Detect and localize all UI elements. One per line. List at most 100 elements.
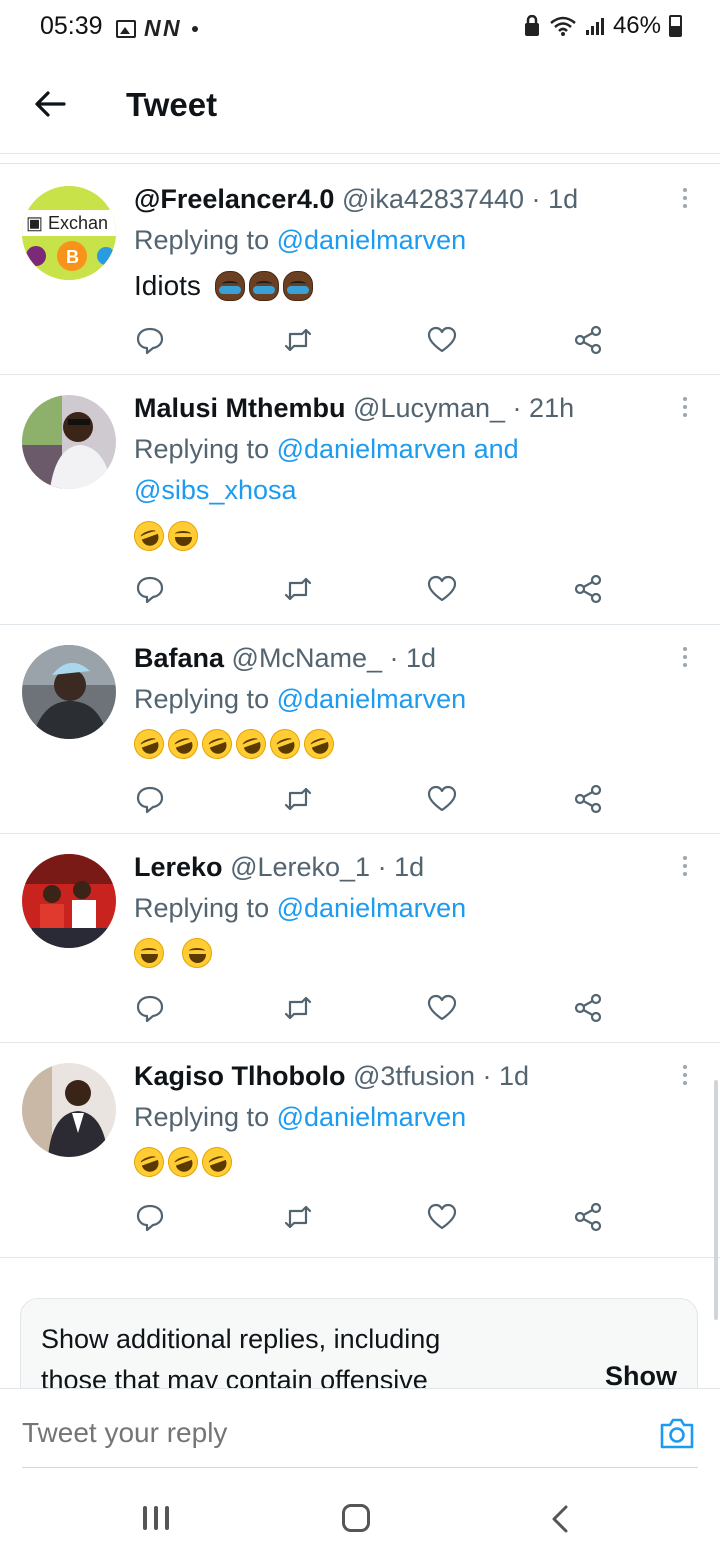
mention-link[interactable]: @danielmarven <box>277 684 467 714</box>
page-title: Tweet <box>126 86 218 123</box>
avatar-image <box>22 854 116 948</box>
nav-back-icon[interactable] <box>548 1504 572 1534</box>
more-options-icon[interactable] <box>682 1065 688 1087</box>
replying-to-label: Replying to <box>134 1102 270 1132</box>
reply-content: Idiots <box>134 270 313 302</box>
retweet-icon[interactable] <box>282 992 314 1024</box>
reply-composer-bar <box>0 1388 720 1471</box>
timestamp: 1d <box>406 643 437 673</box>
tears-of-joy-emoji-icon <box>134 938 164 968</box>
mention-link[interactable]: @danielmarven <box>277 225 467 255</box>
like-heart-icon[interactable] <box>426 783 458 815</box>
rolling-on-floor-laughing-emoji-icon <box>163 724 203 764</box>
share-icon[interactable] <box>572 324 604 356</box>
author-name[interactable]: Malusi Mthembu <box>134 393 346 423</box>
replying-to-label: Replying to <box>134 225 270 255</box>
more-options-icon[interactable] <box>682 647 688 669</box>
tears-of-joy-emoji-icon <box>182 938 212 968</box>
mention-link[interactable]: @sibs_xhosa <box>134 475 297 505</box>
reply-author-line: Lereko @Lereko_1 · 1d <box>134 852 424 883</box>
more-options-icon[interactable] <box>682 856 688 878</box>
timestamp: 1d <box>499 1061 530 1091</box>
battery-percent: 46% <box>612 12 661 39</box>
show-text-line-1: Show additional replies, including <box>41 1324 441 1354</box>
rolling-on-floor-laughing-emoji-icon <box>265 724 305 764</box>
reply-icon[interactable] <box>134 783 166 815</box>
rolling-on-floor-laughing-emoji-icon <box>197 1142 237 1182</box>
reply-content <box>129 516 198 556</box>
status-bar: 05:39 N N 46% <box>0 0 720 58</box>
rolling-on-floor-laughing-emoji-icon <box>163 1142 203 1182</box>
gallery-icon <box>116 19 136 38</box>
author-name[interactable]: Bafana <box>134 643 224 673</box>
rolling-on-floor-laughing-emoji-icon <box>129 724 169 764</box>
back-arrow-icon[interactable] <box>30 84 70 124</box>
more-options-icon[interactable] <box>682 397 688 419</box>
action-bar <box>0 324 720 356</box>
battery-icon <box>669 15 682 37</box>
avatar[interactable] <box>22 645 116 739</box>
scrollbar[interactable] <box>714 1080 718 1320</box>
reply-icon[interactable] <box>134 324 166 356</box>
retweet-icon[interactable] <box>282 1201 314 1233</box>
retweet-icon[interactable] <box>282 573 314 605</box>
share-icon[interactable] <box>572 783 604 815</box>
reply-item[interactable]: ▣ Exchan B @Freelancer4.0 @ika42837440 ·… <box>0 164 720 374</box>
reply-author-line: Kagiso Tlhobolo @3tfusion · 1d <box>134 1061 529 1092</box>
notification-icons: N N <box>116 15 198 42</box>
like-heart-icon[interactable] <box>426 992 458 1024</box>
tweet-reply-input[interactable] <box>22 1417 582 1449</box>
lock-icon <box>524 15 539 36</box>
avatar-image <box>22 395 116 489</box>
reply-icon[interactable] <box>134 1201 166 1233</box>
like-heart-icon[interactable] <box>426 573 458 605</box>
share-icon[interactable] <box>572 1201 604 1233</box>
mention-link[interactable]: @danielmarven and <box>277 434 519 464</box>
author-name[interactable]: Lereko <box>134 852 223 882</box>
avatar[interactable] <box>22 854 116 948</box>
author-name[interactable]: @Freelancer4.0 <box>134 184 334 214</box>
reply-item[interactable]: Lereko @Lereko_1 · 1d Replying to @danie… <box>0 834 720 1042</box>
replying-to-line: Replying to @danielmarven <box>134 888 674 929</box>
share-icon[interactable] <box>572 573 604 605</box>
separator-dot: · <box>389 643 399 673</box>
rolling-on-floor-laughing-emoji-icon <box>231 724 271 764</box>
reply-item[interactable]: Kagiso Tlhobolo @3tfusion · 1d Replying … <box>0 1043 720 1257</box>
reply-icon[interactable] <box>134 992 166 1024</box>
timestamp: 21h <box>529 393 575 423</box>
reply-item[interactable]: Bafana @McName_ · 1d Replying to @daniel… <box>0 625 720 833</box>
avatar[interactable]: ▣ Exchan B <box>22 186 116 280</box>
retweet-icon[interactable] <box>282 783 314 815</box>
camera-icon[interactable] <box>658 1415 696 1451</box>
action-bar <box>0 573 720 605</box>
status-right: 46% <box>523 12 682 40</box>
reply-author-line: Malusi Mthembu @Lucyman_ · 21h <box>134 393 574 424</box>
home-icon[interactable] <box>342 1504 370 1532</box>
more-options-icon[interactable] <box>682 188 688 210</box>
avatar[interactable] <box>22 1063 116 1157</box>
status-time: 05:39 <box>40 12 103 40</box>
rolling-on-floor-laughing-emoji-icon <box>129 1142 169 1182</box>
author-handle: @Lereko_1 <box>230 852 371 882</box>
top-app-bar: Tweet <box>0 58 720 153</box>
share-icon[interactable] <box>572 992 604 1024</box>
replying-to-label: Replying to <box>134 684 270 714</box>
person-facepalming-emoji-icon <box>248 271 279 301</box>
mention-link[interactable]: @danielmarven <box>277 893 467 923</box>
avatar-image <box>22 645 116 739</box>
separator-dot: · <box>531 184 541 214</box>
separator-dot: · <box>377 852 387 882</box>
author-name[interactable]: Kagiso Tlhobolo <box>134 1061 345 1091</box>
recent-apps-icon[interactable] <box>143 1506 171 1530</box>
reply-item[interactable]: Malusi Mthembu @Lucyman_ · 21h Replying … <box>0 375 720 623</box>
avatar[interactable] <box>22 395 116 489</box>
system-navigation-bar <box>0 1470 720 1560</box>
like-heart-icon[interactable] <box>426 1201 458 1233</box>
retweet-icon[interactable] <box>282 324 314 356</box>
reply-icon[interactable] <box>134 573 166 605</box>
like-heart-icon[interactable] <box>426 324 458 356</box>
replying-to-label: Replying to <box>134 893 270 923</box>
timestamp: 1d <box>394 852 425 882</box>
mention-link[interactable]: @danielmarven <box>277 1102 467 1132</box>
notification-n-icon: N N <box>144 15 180 41</box>
